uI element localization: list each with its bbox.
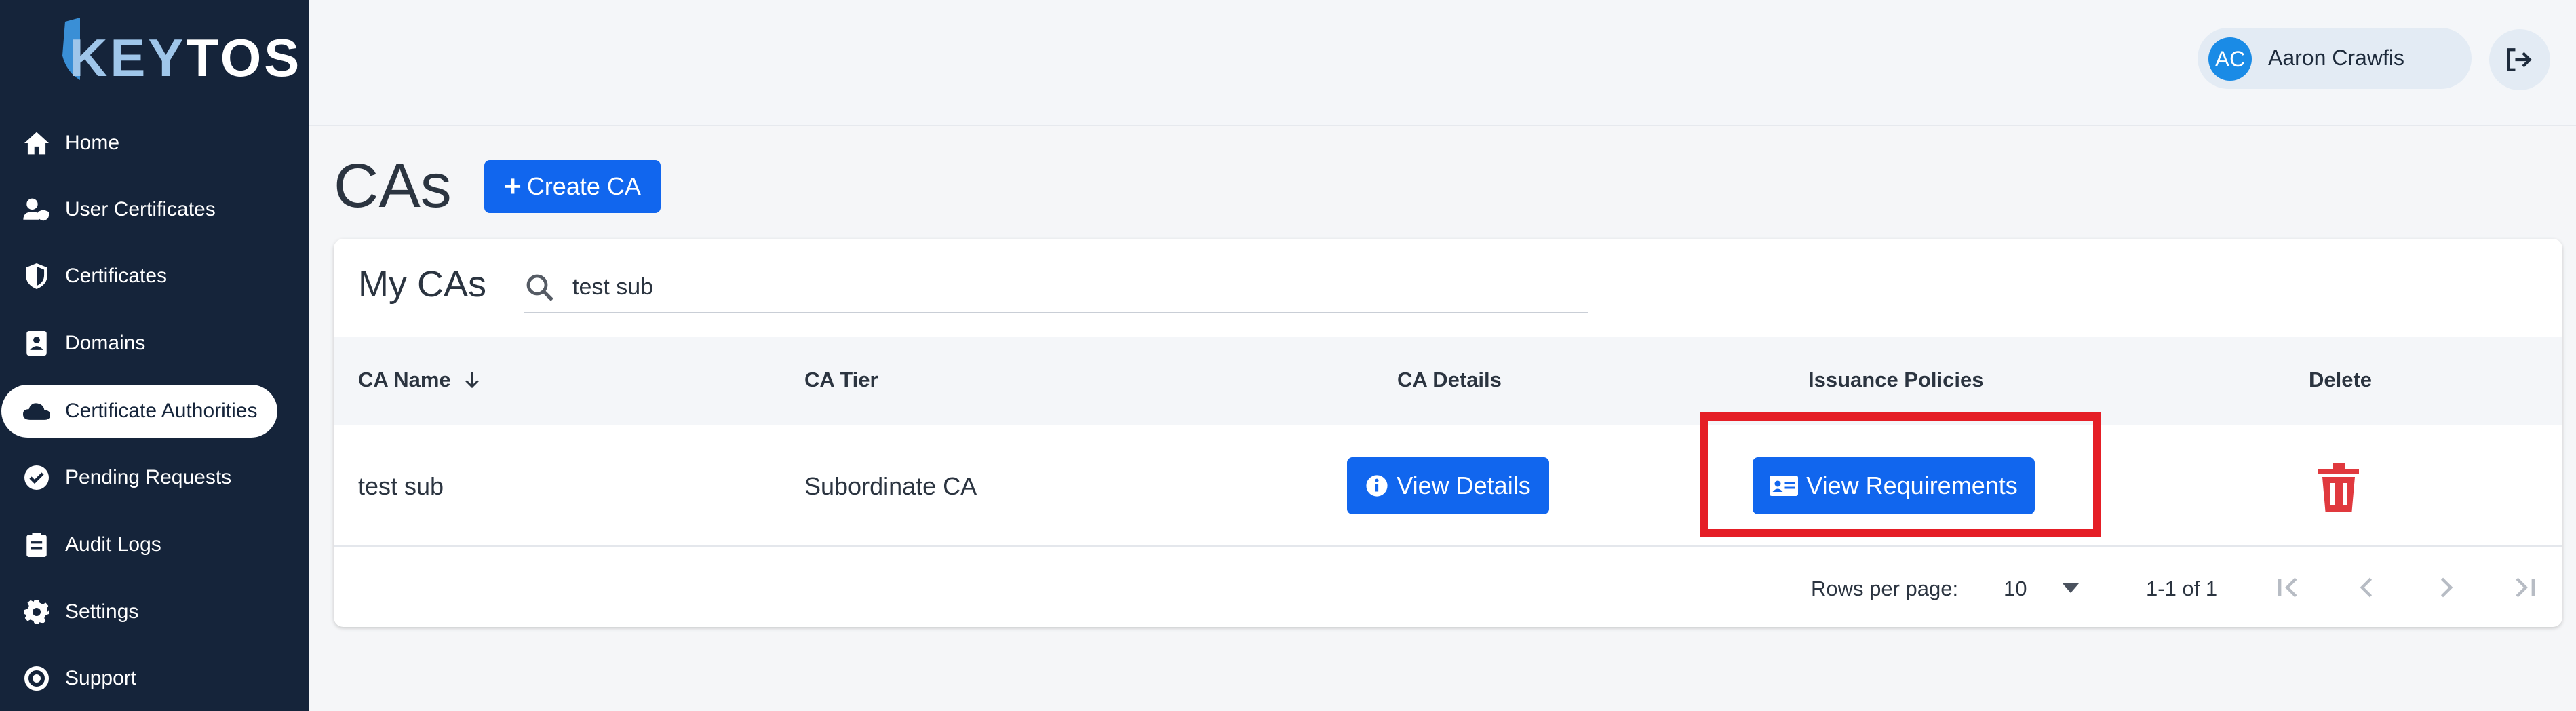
last-page-icon[interactable]	[2510, 573, 2539, 602]
cloud-icon	[23, 398, 50, 425]
sidebar-item-support[interactable]: Support	[0, 652, 309, 705]
rows-per-page-select[interactable]: 10	[2004, 569, 2085, 607]
search-input[interactable]: test sub	[524, 259, 1588, 313]
sidebar-item-certificates[interactable]: Certificates	[0, 250, 309, 303]
home-icon	[23, 130, 50, 157]
sort-arrow-down-icon	[465, 372, 480, 389]
search-icon	[526, 274, 553, 301]
sidebar-item-home[interactable]: Home	[0, 117, 309, 170]
rows-per-page-label: Rows per page:	[1811, 577, 1959, 600]
column-header-delete: Delete	[2309, 368, 2373, 391]
domain-icon	[23, 330, 50, 357]
sidebar-item-pending-requests[interactable]: Pending Requests	[0, 451, 309, 504]
column-header-ca-details: CA Details	[1397, 368, 1502, 391]
chevron-down-icon	[2063, 583, 2079, 593]
keytos-logo[interactable]: KEYTOS	[57, 15, 299, 90]
search-value: test sub	[572, 274, 654, 300]
user-menu[interactable]: AC Aaron Crawfis	[2198, 28, 2472, 89]
ca-table-card: My CAs test sub CA Name CA Tier CA Detai…	[334, 239, 2562, 627]
plus-icon: +	[504, 170, 522, 203]
logout-button[interactable]	[2489, 29, 2550, 90]
clipboard-icon	[23, 531, 50, 558]
card-title: My CAs	[358, 264, 486, 305]
sidebar-item-certificate-authorities[interactable]: Certificate Authorities	[0, 385, 309, 438]
page-title: CAs	[334, 151, 452, 220]
trash-icon[interactable]	[2317, 463, 2360, 512]
pagination-range: 1-1 of 1	[2146, 577, 2218, 600]
view-details-button[interactable]: View Details	[1347, 457, 1549, 514]
sidebar: KEYTOS Home User Certificates Certificat…	[0, 0, 309, 711]
cell-ca-name: test sub	[358, 472, 444, 500]
table-row: test sub Subordinate CA View Details Vie…	[334, 425, 2562, 547]
user-cert-icon	[23, 196, 50, 223]
column-header-issuance-policies: Issuance Policies	[1808, 368, 1984, 391]
logo-text: KEYTOS	[69, 28, 303, 88]
lifebuoy-icon	[23, 665, 50, 692]
column-header-ca-name[interactable]: CA Name	[358, 368, 482, 392]
table-footer: Rows per page: 10 1-1 of 1	[334, 551, 2562, 626]
table-header: CA Name CA Tier CA Details Issuance Poli…	[334, 337, 2562, 425]
previous-page-icon[interactable]	[2352, 573, 2382, 602]
avatar: AC	[2208, 37, 2252, 81]
gear-icon	[23, 598, 50, 626]
highlight-annotation-box	[1700, 412, 2101, 537]
next-page-icon[interactable]	[2431, 573, 2461, 602]
sidebar-item-user-certificates[interactable]: User Certificates	[0, 183, 309, 236]
create-ca-button[interactable]: + Create CA	[484, 160, 661, 213]
logout-icon	[2507, 48, 2532, 71]
first-page-icon[interactable]	[2273, 573, 2303, 602]
cell-ca-tier: Subordinate CA	[804, 472, 977, 500]
check-circle-icon	[23, 464, 50, 491]
info-icon	[1366, 475, 1388, 497]
sidebar-item-audit-logs[interactable]: Audit Logs	[0, 518, 309, 571]
sidebar-item-settings[interactable]: Settings	[0, 585, 309, 638]
shield-icon	[23, 263, 50, 290]
sidebar-item-domains[interactable]: Domains	[0, 317, 309, 370]
column-header-ca-tier: CA Tier	[804, 368, 878, 391]
user-name: Aaron Crawfis	[2268, 45, 2404, 70]
